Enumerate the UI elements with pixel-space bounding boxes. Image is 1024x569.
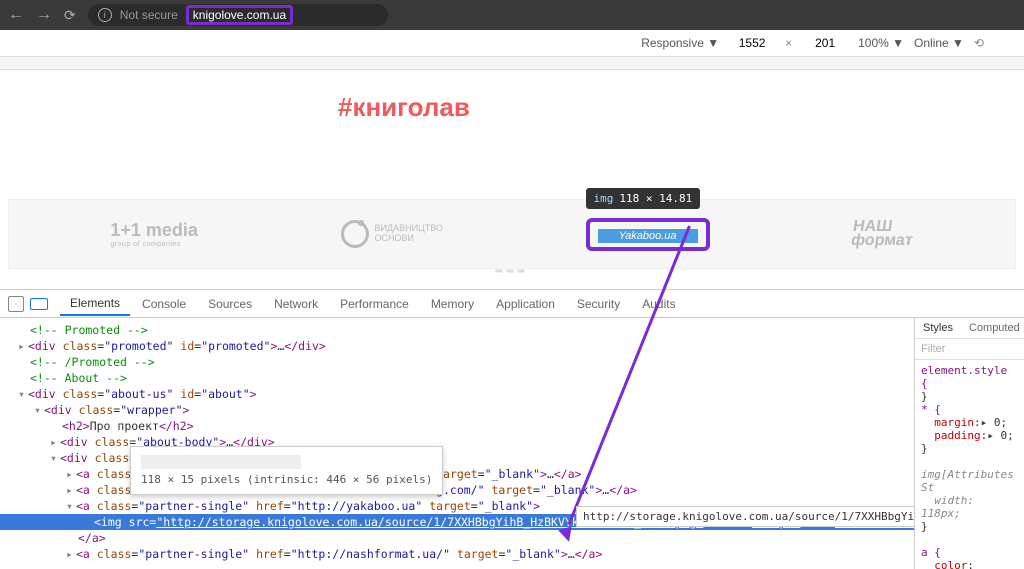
- tab-elements[interactable]: Elements: [60, 292, 130, 316]
- expand-icon[interactable]: ▸: [66, 547, 76, 561]
- tab-sources[interactable]: Sources: [198, 293, 262, 315]
- tab-network[interactable]: Network: [264, 293, 328, 315]
- tab-styles[interactable]: Styles: [915, 318, 961, 338]
- info-icon[interactable]: i: [98, 8, 112, 22]
- comment-promoted-end: <!-- /Promoted -->: [30, 355, 155, 369]
- viewport-width-input[interactable]: [729, 36, 775, 50]
- collapse-icon[interactable]: ▾: [18, 387, 28, 401]
- security-status: Not secure: [120, 8, 178, 22]
- styles-rules[interactable]: element.style { } * { margin:▸ 0; paddin…: [915, 360, 1024, 569]
- expand-icon[interactable]: ▸: [66, 467, 76, 481]
- tab-security[interactable]: Security: [567, 293, 630, 315]
- tab-memory[interactable]: Memory: [421, 293, 484, 315]
- styles-pane: Styles Computed Filter element.style { }…: [914, 318, 1024, 569]
- tooltip-dims: 118 × 14.81: [619, 192, 692, 205]
- address-bar[interactable]: i Not secure knigolove.com.ua: [88, 4, 388, 26]
- styles-filter[interactable]: Filter: [915, 339, 1024, 360]
- collapse-icon[interactable]: ▾: [34, 403, 44, 417]
- comment-about: <!-- About -->: [30, 371, 127, 385]
- partner-yakaboo[interactable]: img 118 × 14.81 Yakaboo.ua: [586, 218, 710, 251]
- img-attr-rule: img[Attributes St: [921, 468, 1018, 494]
- devtools-tabs: Elements Console Sources Network Perform…: [0, 290, 1024, 318]
- osnovy-icon: [341, 220, 369, 248]
- osnovy-line1: ВИДАВНИЦТВО: [375, 223, 443, 233]
- expand-icon[interactable]: ▸: [50, 435, 60, 449]
- partner-1plus1-label: 1+1 media: [110, 220, 198, 240]
- rotate-icon[interactable]: ⟲: [974, 36, 984, 50]
- throttle-dropdown[interactable]: Online ▼: [914, 36, 964, 50]
- browser-chrome-bar: ← → ⟳ i Not secure knigolove.com.ua: [0, 0, 1024, 30]
- reload-icon[interactable]: ⟳: [64, 7, 76, 24]
- devtools-panel: Elements Console Sources Network Perform…: [0, 289, 1024, 569]
- blur-placeholder: [141, 455, 301, 469]
- forward-icon[interactable]: →: [36, 6, 52, 24]
- responsive-dropdown[interactable]: Responsive ▼: [641, 36, 719, 50]
- viewport-height-input[interactable]: [802, 36, 848, 50]
- image-dims-tooltip: 118 × 15 pixels (intrinsic: 446 × 56 pix…: [130, 446, 443, 495]
- nashformat-line2: формат: [850, 232, 914, 249]
- tab-application[interactable]: Application: [486, 293, 565, 315]
- collapse-icon[interactable]: ▾: [66, 499, 76, 513]
- collapse-icon[interactable]: ▾: [50, 451, 60, 465]
- dimension-separator: ×: [785, 36, 792, 50]
- comment-promoted: <!-- Promoted -->: [30, 323, 148, 337]
- tab-console[interactable]: Console: [132, 293, 196, 315]
- device-toolbar: Responsive ▼ × 100% ▼ Online ▼ ⟲: [0, 30, 1024, 56]
- intrinsic-text: 118 × 15 pixels (intrinsic: 446 × 56 pix…: [141, 473, 432, 486]
- partner-1plus1[interactable]: 1+1 media group of companies: [110, 220, 198, 248]
- url-text: knigolove.com.ua: [193, 8, 286, 22]
- url-highlight: knigolove.com.ua: [186, 5, 293, 25]
- element-picker-icon[interactable]: [8, 296, 24, 312]
- partner-1plus1-sub: group of companies: [110, 241, 198, 248]
- tooltip-tag: img: [594, 192, 614, 205]
- elements-tree[interactable]: <!-- Promoted --> ▸<div class="promoted"…: [0, 318, 914, 569]
- ruler: [0, 56, 1024, 70]
- page-viewport: #книголав 1+1 media group of companies В…: [0, 70, 1024, 289]
- zoom-dropdown[interactable]: 100% ▼: [858, 36, 904, 50]
- device-mode-icon[interactable]: [30, 298, 48, 310]
- back-icon[interactable]: ←: [8, 6, 24, 24]
- brand-logo: #книголав: [338, 92, 986, 123]
- osnovy-line2: ОСНОВИ: [375, 233, 414, 243]
- expand-icon[interactable]: ▸: [66, 483, 76, 497]
- partner-osnovy[interactable]: ВИДАВНИЦТВО ОСНОВИ: [341, 220, 443, 248]
- partners-row: 1+1 media group of companies ВИДАВНИЦТВО…: [8, 199, 1016, 269]
- partner-nashformat[interactable]: НАШ формат: [850, 220, 916, 249]
- expand-icon[interactable]: ▸: [18, 339, 28, 353]
- url-preview-tooltip: http://storage.knigolove.com.ua/source/1…: [576, 506, 914, 527]
- inspect-highlight: Yakaboo.ua: [586, 218, 710, 251]
- tab-computed[interactable]: Computed: [961, 318, 1024, 338]
- url-preview-text: http://storage.knigolove.com.ua/source/1…: [583, 510, 914, 523]
- tab-performance[interactable]: Performance: [330, 293, 419, 315]
- inspect-tooltip: img 118 × 14.81: [586, 188, 701, 209]
